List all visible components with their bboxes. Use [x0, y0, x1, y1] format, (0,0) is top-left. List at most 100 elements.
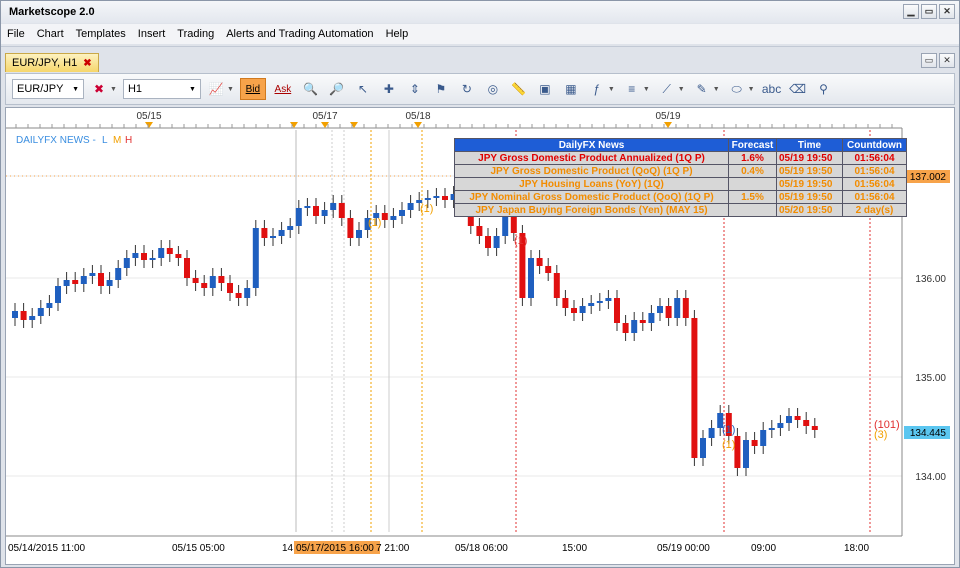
- chevron-down-icon[interactable]: ▼: [678, 86, 685, 93]
- chevron-down-icon[interactable]: ▼: [713, 86, 720, 93]
- indicator-flag-medium: M: [113, 135, 121, 146]
- candle-body: [209, 276, 216, 288]
- indicator-icon[interactable]: ƒ: [586, 78, 608, 100]
- news-countdown: 01:56:04: [842, 151, 907, 165]
- bottom-time-label: 7 21:00: [376, 543, 410, 554]
- candle-body: [270, 236, 276, 238]
- candle-body: [794, 416, 801, 420]
- fan-icon[interactable]: ⟋: [656, 78, 678, 100]
- maximize-button[interactable]: ▭: [921, 4, 937, 19]
- bid-button[interactable]: Bid: [239, 78, 266, 100]
- hierarchy-icon[interactable]: ⚲: [813, 78, 835, 100]
- chart-restore-button[interactable]: ▭: [921, 53, 937, 68]
- chevron-down-icon[interactable]: ▼: [227, 86, 234, 93]
- fit-icon[interactable]: ⇕: [404, 78, 426, 100]
- chart-close-button[interactable]: ✕: [939, 53, 955, 68]
- news-row[interactable]: JPY Japan Buying Foreign Bonds (Yen) (MA…: [454, 203, 907, 217]
- candle-body: [20, 311, 27, 320]
- candle-body: [571, 308, 577, 313]
- cursor-icon[interactable]: ↖: [352, 78, 374, 100]
- news-row[interactable]: JPY Gross Domestic Product Annualized (1…: [454, 151, 907, 165]
- news-time: 05/20 19:50: [776, 203, 843, 217]
- timeframe-select[interactable]: H1 ▼: [122, 79, 201, 99]
- last-price-text: 134.445: [910, 428, 947, 439]
- candle-body: [123, 258, 130, 268]
- news-header-forecast: Forecast: [728, 138, 777, 152]
- candle-body: [674, 298, 681, 318]
- crosshair-icon[interactable]: ✚: [378, 78, 400, 100]
- news-forecast: 0.4%: [728, 164, 777, 178]
- candle-body: [442, 196, 448, 200]
- candle-body: [708, 428, 715, 438]
- candle-body: [356, 230, 362, 238]
- news-row[interactable]: JPY Housing Loans (YoY) (1Q) 05/19 19:50…: [454, 177, 907, 191]
- layout-icon[interactable]: ▦: [560, 78, 582, 100]
- zoom-out-icon[interactable]: 🔎: [326, 78, 348, 100]
- candle-body: [338, 203, 345, 218]
- chevron-down-icon[interactable]: ▼: [110, 86, 117, 93]
- ellipse-icon[interactable]: ⬭: [726, 78, 748, 100]
- remove-symbol-icon[interactable]: ✖: [88, 78, 110, 100]
- zoom-in-icon[interactable]: 🔍: [300, 78, 322, 100]
- eraser-icon[interactable]: ⌫: [787, 78, 809, 100]
- menu-chart[interactable]: Chart: [37, 28, 64, 40]
- candle-body: [502, 214, 509, 236]
- pencil-icon[interactable]: ✎: [691, 78, 713, 100]
- dailyfx-news-table: DailyFX News Forecast Time Countdown JPY…: [454, 138, 907, 217]
- candle-body: [407, 203, 414, 210]
- tab-close-icon[interactable]: ✖: [83, 58, 91, 69]
- menu-file[interactable]: File: [7, 28, 25, 40]
- price-level-label: 134.00: [915, 472, 946, 483]
- candle-body: [596, 301, 603, 303]
- candle-body: [588, 303, 595, 306]
- candle-body: [751, 440, 758, 446]
- alert-icon[interactable]: ⚑: [430, 78, 452, 100]
- price-level-label: 135.00: [915, 373, 946, 384]
- menu-templates[interactable]: Templates: [76, 28, 126, 40]
- chevron-down-icon[interactable]: ▼: [643, 86, 650, 93]
- candle-body: [37, 308, 44, 316]
- news-row[interactable]: JPY Gross Domestic Product (QoQ) (1Q P) …: [454, 164, 907, 178]
- chevron-down-icon: ▼: [72, 85, 79, 93]
- menu-alerts[interactable]: Alerts and Trading Automation: [226, 28, 373, 40]
- news-header-time: Time: [776, 138, 843, 152]
- ask-button[interactable]: Ask: [270, 78, 296, 100]
- candle-body: [648, 313, 655, 323]
- tab-eurjpy-h1[interactable]: EUR/JPY, H1 ✖: [5, 53, 99, 72]
- menu-trading[interactable]: Trading: [177, 28, 214, 40]
- bottom-time-label: 18:00: [844, 543, 869, 554]
- news-countdown: 01:56:04: [842, 190, 907, 204]
- refresh-icon[interactable]: ↻: [456, 78, 478, 100]
- chevron-down-icon[interactable]: ▼: [748, 86, 755, 93]
- candle-body: [235, 293, 242, 298]
- globe-icon[interactable]: ◎: [482, 78, 504, 100]
- top-date-label: 05/18: [405, 111, 430, 122]
- close-button[interactable]: ✕: [939, 4, 955, 19]
- candle-body: [278, 230, 285, 236]
- news-event: JPY Gross Domestic Product (QoQ) (1Q P): [454, 164, 729, 178]
- chart-type-icon[interactable]: 📈: [205, 78, 227, 100]
- minimize-button[interactable]: ▁: [903, 4, 919, 19]
- symbol-select[interactable]: EUR/JPY ▼: [12, 79, 84, 99]
- news-time: 05/19 19:50: [776, 177, 843, 191]
- candle-body: [579, 306, 586, 313]
- text-icon[interactable]: abc: [761, 78, 783, 100]
- chart-area[interactable]: 05/15 05/17 05/18 05/19 136.00 135.00 134.00 13…: [5, 107, 955, 565]
- lines-icon[interactable]: ≡: [621, 78, 643, 100]
- candle-body: [106, 280, 113, 286]
- image-icon[interactable]: ▣: [534, 78, 556, 100]
- candle-body: [553, 273, 560, 298]
- candle-body: [261, 228, 268, 238]
- bottom-time-label: 15:00: [562, 543, 587, 554]
- menu-help[interactable]: Help: [386, 28, 409, 40]
- candle-body: [184, 258, 190, 278]
- candle-body: [252, 228, 259, 288]
- news-row[interactable]: JPY Nominal Gross Domestic Product (QoQ)…: [454, 190, 907, 204]
- candle-body: [682, 298, 689, 318]
- menu-insert[interactable]: Insert: [138, 28, 166, 40]
- chevron-down-icon[interactable]: ▼: [608, 86, 615, 93]
- candle-body: [201, 283, 208, 288]
- ruler-icon[interactable]: 📏: [508, 78, 530, 100]
- candle-body: [218, 276, 225, 283]
- candle-body: [614, 298, 620, 323]
